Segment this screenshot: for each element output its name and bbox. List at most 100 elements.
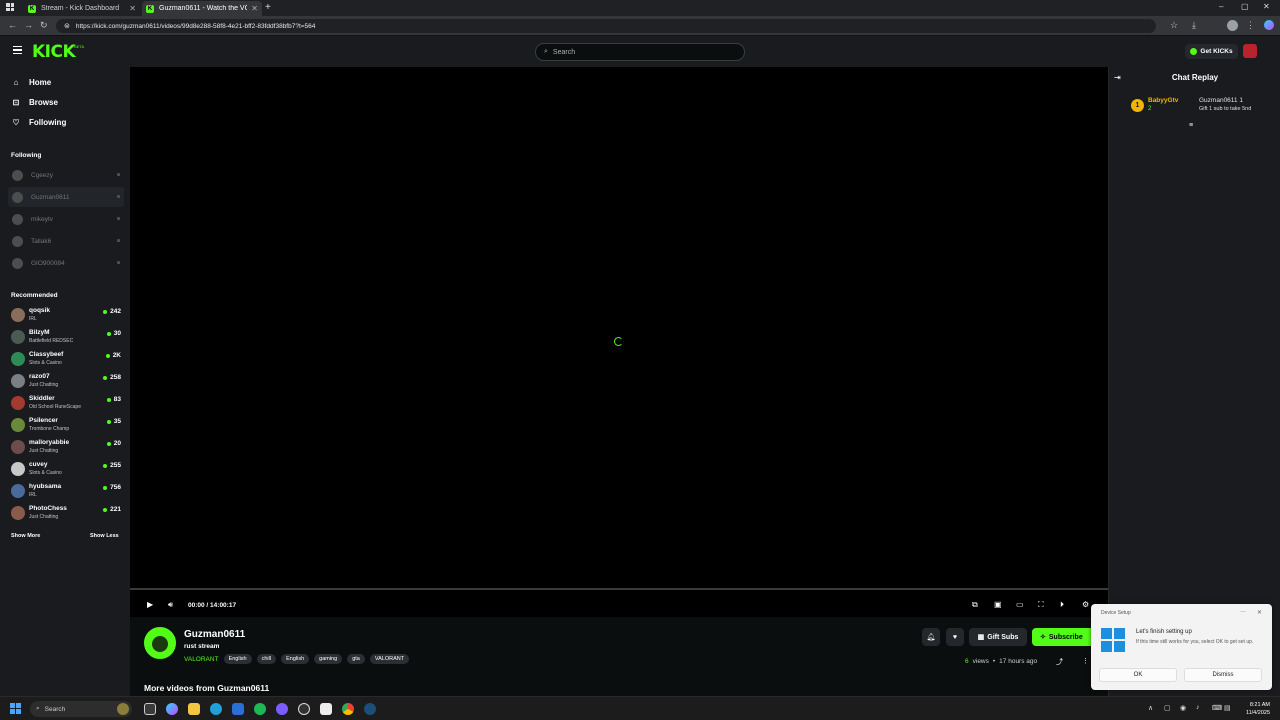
volume-icon[interactable]: 🔊︎ [168, 600, 173, 610]
channel-name[interactable]: Guzman0611 [184, 629, 245, 640]
following-item[interactable]: mikeytv ◙ [8, 209, 124, 229]
tray-audio-device-icon[interactable]: ♪ [1196, 704, 1200, 711]
tab-kick-dashboard[interactable]: K Stream - Kick Dashboard ✕ [24, 1, 140, 16]
get-kicks-button[interactable]: Get KICKs [1185, 44, 1238, 59]
settings-gear-icon[interactable]: ⚙ [1082, 600, 1089, 609]
category-link[interactable]: VALORANT [184, 656, 219, 663]
tag[interactable]: English [281, 654, 310, 664]
gift-subs-button[interactable]: ▦ Gift Subs [969, 628, 1027, 646]
show-more-link[interactable]: Show More [11, 533, 40, 539]
recommended-item[interactable]: cuvey Slots & Casino 255 [11, 459, 123, 479]
picture-in-picture-icon[interactable]: ⧉ [972, 600, 978, 610]
share-icon[interactable]: ⤴ [1056, 657, 1063, 667]
home-icon: ⌂ [13, 78, 19, 87]
edge-browser-icon[interactable] [210, 703, 222, 715]
recommended-item[interactable]: Classybeef Slots & Casino 2K [11, 349, 123, 369]
recommended-item[interactable]: Psilencer Trombone Champ 35 [11, 415, 123, 435]
kick-favicon-icon: K [146, 4, 154, 13]
recommended-item[interactable]: PhotoChess Just Chatting 221 [11, 503, 123, 523]
close-tab-icon[interactable]: ✕ [251, 4, 258, 13]
recommended-item[interactable]: razo07 Just Chatting 258 [11, 371, 123, 391]
copilot-app-icon[interactable] [166, 703, 178, 715]
sidebar-item-browse[interactable]: ⊡ Browse [11, 98, 58, 107]
recommended-item[interactable]: hyubsama IRL 756 [11, 481, 123, 501]
recommended-item[interactable]: malloryabbie Just Chatting 20 [11, 437, 123, 457]
start-button-icon[interactable] [10, 703, 21, 714]
minimize-icon[interactable]: – [1219, 2, 1223, 11]
tab-guzman-vod[interactable]: K Guzman0611 - Watch the VOD o ✕ [142, 1, 262, 16]
store-icon[interactable] [232, 703, 244, 715]
profile-avatar[interactable] [1227, 20, 1238, 31]
tag[interactable]: gaming [314, 654, 343, 664]
follow-heart-button[interactable]: ♥ [946, 628, 964, 646]
tray-discord-icon[interactable]: ◉ [1180, 704, 1186, 712]
maximize-icon[interactable]: ▢ [1241, 2, 1249, 11]
playback-speed-icon[interactable]: ⏵ [1060, 600, 1064, 610]
spotify-icon[interactable] [254, 703, 266, 715]
sidebar-item-following[interactable]: ♡ Following [11, 118, 66, 127]
tag[interactable]: VALORANT [369, 654, 410, 664]
toast-more-icon[interactable]: … [1240, 608, 1246, 614]
video-player[interactable]: ▶ 🔊︎ 00:00 / 14:00:17 ⧉ ▣ ▭ ⛶ ⏵ ⚙ [130, 67, 1108, 617]
user-avatar[interactable] [1243, 44, 1257, 58]
following-item[interactable]: Tallak6 ◙ [8, 231, 124, 251]
bookmark-star-icon[interactable]: ☆ [1170, 20, 1178, 31]
channel-avatar[interactable] [144, 627, 176, 659]
taskbar-clock[interactable]: 8:21 AM 11/4/2025 [1238, 701, 1270, 717]
following-item[interactable]: GIO900084 ◙ [8, 253, 124, 273]
obs-icon[interactable] [298, 703, 310, 715]
copilot-icon[interactable] [1264, 20, 1274, 30]
toast-dismiss-button[interactable]: Dismiss [1184, 668, 1262, 682]
gift-target-name[interactable]: Guzman0611 [1199, 97, 1238, 104]
theater-mode-icon[interactable]: ▭ [1016, 600, 1024, 609]
browser-more-icon[interactable]: ⋮ [1246, 20, 1255, 31]
discord-icon[interactable] [276, 703, 288, 715]
toast-close-icon[interactable]: ✕ [1257, 609, 1262, 616]
file-explorer-icon[interactable] [188, 703, 200, 715]
notification-bell-button[interactable]: 🔔︎ [922, 628, 940, 646]
kick-logo[interactable]: KICK [32, 42, 76, 62]
progress-bar[interactable] [130, 588, 1108, 590]
hamburger-menu-icon[interactable] [13, 46, 22, 56]
recommended-item[interactable]: Skiddler Old School RuneScape 83 [11, 393, 123, 413]
tag[interactable]: gta [347, 654, 365, 664]
downloads-icon[interactable]: ⤓ [1192, 20, 1196, 31]
following-item[interactable]: Guzman0611 ◙ [8, 187, 124, 207]
forward-icon[interactable]: → [24, 20, 33, 30]
following-item[interactable]: Cgeezy ◙ [8, 165, 124, 185]
site-info-icon[interactable]: ⊜ [64, 22, 70, 30]
show-less-link[interactable]: Show Less [90, 533, 119, 539]
chrome-icon[interactable] [342, 703, 354, 715]
expand-gift-icon[interactable]: ≡ [1189, 122, 1193, 129]
sidebar-item-home[interactable]: ⌂ Home [11, 78, 52, 87]
tag[interactable]: English [223, 654, 252, 664]
tray-overflow-icon[interactable]: ∧ [1148, 704, 1153, 712]
browser-menu-icon[interactable] [6, 3, 14, 11]
fullscreen-icon[interactable]: ⛶ [1038, 600, 1044, 610]
language-icon[interactable]: ⌨ [1212, 704, 1222, 712]
more-options-icon[interactable]: ⋮ [1082, 657, 1089, 665]
network-icon[interactable]: ▤ [1224, 704, 1231, 712]
search-input[interactable]: ⌕ Search [535, 43, 745, 61]
reload-icon[interactable]: ↻ [40, 20, 48, 31]
close-window-icon[interactable]: ✕ [1263, 2, 1270, 11]
toast-ok-button[interactable]: OK [1099, 668, 1177, 682]
tray-app-icon[interactable]: ▢ [1164, 704, 1171, 712]
url-field[interactable]: ⊜ https://kick.com/guzman0611/videos/99d… [56, 19, 1156, 33]
play-icon[interactable]: ▶ [147, 600, 153, 609]
gift-username[interactable]: BabyyGtv [1148, 97, 1178, 104]
recommended-item[interactable]: qoqsik IRL 242 [11, 305, 123, 325]
mini-player-icon[interactable]: ▣ [994, 600, 1002, 609]
tag[interactable]: chill [256, 654, 277, 664]
widgets-icon[interactable] [117, 703, 129, 715]
task-view-icon[interactable] [144, 703, 156, 715]
back-icon[interactable]: ← [8, 20, 17, 30]
close-tab-icon[interactable]: ✕ [129, 4, 136, 13]
live-dot-icon [103, 463, 108, 468]
capcut-icon[interactable] [320, 703, 332, 715]
steam-icon[interactable] [364, 703, 376, 715]
recommended-item[interactable]: BilzyM Battlefield REDSEC 30 [11, 327, 123, 347]
channel-category: Trombone Champ [29, 426, 70, 432]
new-tab-icon[interactable]: + [265, 2, 271, 13]
viewer-count-value: 258 [110, 374, 121, 381]
